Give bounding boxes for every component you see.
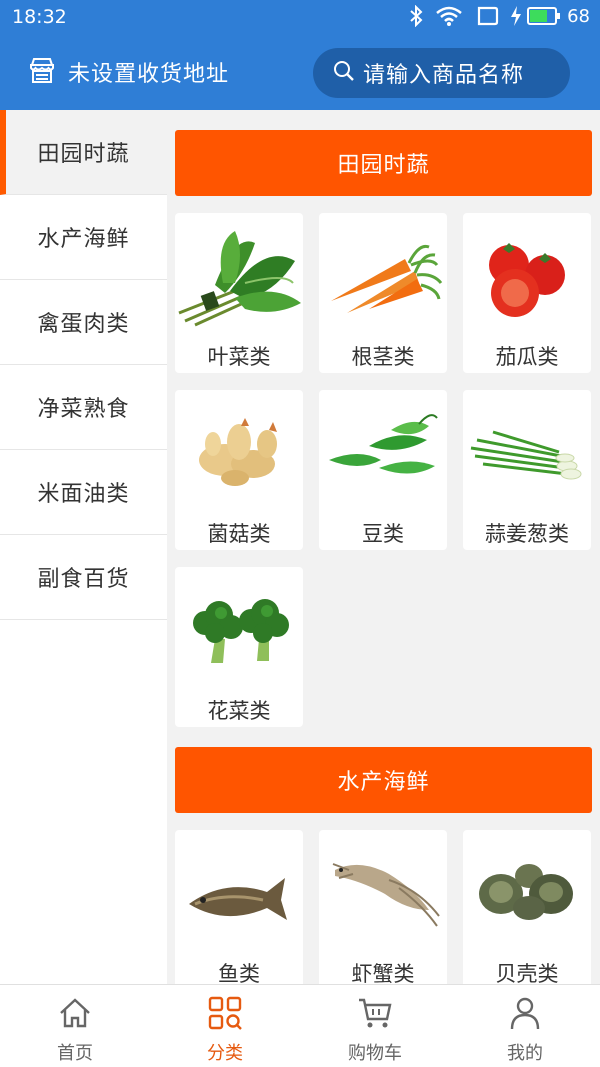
category-card-root[interactable]: 根茎类 xyxy=(319,213,447,373)
battery: 68 xyxy=(511,6,590,27)
category-sidebar: 田园时蔬 水产海鲜 禽蛋肉类 净菜熟食 米面油类 副食百货 xyxy=(0,110,167,984)
app-root: 18:32 68 未设置收货地址 请输入商品名称 田园时蔬 水产海鲜 禽蛋肉类 … xyxy=(0,0,600,1067)
nav-cart[interactable]: 购物车 xyxy=(300,985,450,1067)
sidebar-item-jingcai-shushi[interactable]: 净菜熟食 xyxy=(0,365,167,450)
snail-shell-icon xyxy=(463,830,591,946)
nav-category[interactable]: 分类 xyxy=(150,985,300,1067)
section-header-seafood: 水产海鲜 xyxy=(175,747,592,813)
scallion-icon xyxy=(463,390,591,506)
category-card-garlic-ginger-scallion[interactable]: 蒜姜葱类 xyxy=(463,390,591,550)
broccoli-icon xyxy=(175,567,303,683)
address-selector[interactable]: 未设置收货地址 xyxy=(28,56,229,88)
category-card-label: 虾蟹类 xyxy=(351,962,415,984)
category-content: 田园时蔬 叶菜类 根茎类 茄瓜类 菌菇类 豆类 蒜姜葱类 花菜类 水产海鲜 鱼类… xyxy=(167,110,600,984)
address-text: 未设置收货地址 xyxy=(68,62,230,87)
carrot-icon xyxy=(319,213,447,329)
nav-label: 首页 xyxy=(57,1043,93,1064)
nav-label: 我的 xyxy=(507,1043,543,1064)
sidebar-item-fushi-baihuo[interactable]: 副食百货 xyxy=(0,535,167,620)
charging-icon xyxy=(511,6,522,26)
battery-level: 68 xyxy=(567,5,590,27)
category-card-label: 茄瓜类 xyxy=(495,345,559,369)
cart-icon xyxy=(357,995,393,1035)
fish-icon xyxy=(175,830,303,946)
category-card-label: 鱼类 xyxy=(218,962,260,984)
sidebar-item-shuichan-haixian[interactable]: 水产海鲜 xyxy=(0,195,167,280)
store-icon xyxy=(28,56,56,88)
sidebar-item-tianyuan-shishu[interactable]: 田园时蔬 xyxy=(0,110,167,195)
pea-pod-icon xyxy=(319,390,447,506)
status-icons: 68 xyxy=(409,5,590,27)
category-card-label: 根茎类 xyxy=(351,345,415,369)
category-card-cauliflower[interactable]: 花菜类 xyxy=(175,567,303,727)
screen-rotate-icon xyxy=(475,6,499,26)
category-card-mushroom[interactable]: 菌菇类 xyxy=(175,390,303,550)
wifi-icon xyxy=(435,5,463,27)
status-time: 18:32 xyxy=(12,6,67,28)
category-card-shrimp-crab[interactable]: 虾蟹类 xyxy=(319,830,447,984)
category-card-solanaceous[interactable]: 茄瓜类 xyxy=(463,213,591,373)
search-input[interactable]: 请输入商品名称 xyxy=(313,48,570,98)
search-icon xyxy=(333,60,355,86)
user-icon xyxy=(507,995,543,1035)
leafy-greens-icon xyxy=(175,213,303,329)
search-placeholder: 请输入商品名称 xyxy=(363,63,525,88)
bluetooth-icon xyxy=(409,5,423,27)
category-card-label: 蒜姜葱类 xyxy=(485,522,569,546)
category-card-shellfish[interactable]: 贝壳类 xyxy=(463,830,591,984)
category-card-beans[interactable]: 豆类 xyxy=(319,390,447,550)
sidebar-item-mimian-youlei[interactable]: 米面油类 xyxy=(0,450,167,535)
category-card-label: 豆类 xyxy=(362,522,404,546)
tomato-icon xyxy=(463,213,591,329)
nav-label: 购物车 xyxy=(348,1043,402,1064)
status-bar: 18:32 68 xyxy=(0,0,600,36)
shrimp-icon xyxy=(319,830,447,946)
category-card-fish[interactable]: 鱼类 xyxy=(175,830,303,984)
battery-icon xyxy=(527,6,561,26)
ginger-icon xyxy=(175,390,303,506)
nav-home[interactable]: 首页 xyxy=(0,985,150,1067)
category-card-leafy[interactable]: 叶菜类 xyxy=(175,213,303,373)
category-icon xyxy=(207,995,243,1035)
home-icon xyxy=(57,995,93,1035)
nav-profile[interactable]: 我的 xyxy=(450,985,600,1067)
sidebar-item-qindan-roulei[interactable]: 禽蛋肉类 xyxy=(0,280,167,365)
category-card-label: 贝壳类 xyxy=(495,962,559,984)
category-card-label: 菌菇类 xyxy=(207,522,271,546)
category-card-label: 叶菜类 xyxy=(207,345,271,369)
nav-label: 分类 xyxy=(207,1043,243,1064)
bottom-navigation: 首页 分类 购物车 我的 xyxy=(0,984,600,1067)
section-header-vegetables: 田园时蔬 xyxy=(175,130,592,196)
header: 18:32 68 未设置收货地址 请输入商品名称 xyxy=(0,0,600,110)
category-card-label: 花菜类 xyxy=(207,699,271,723)
